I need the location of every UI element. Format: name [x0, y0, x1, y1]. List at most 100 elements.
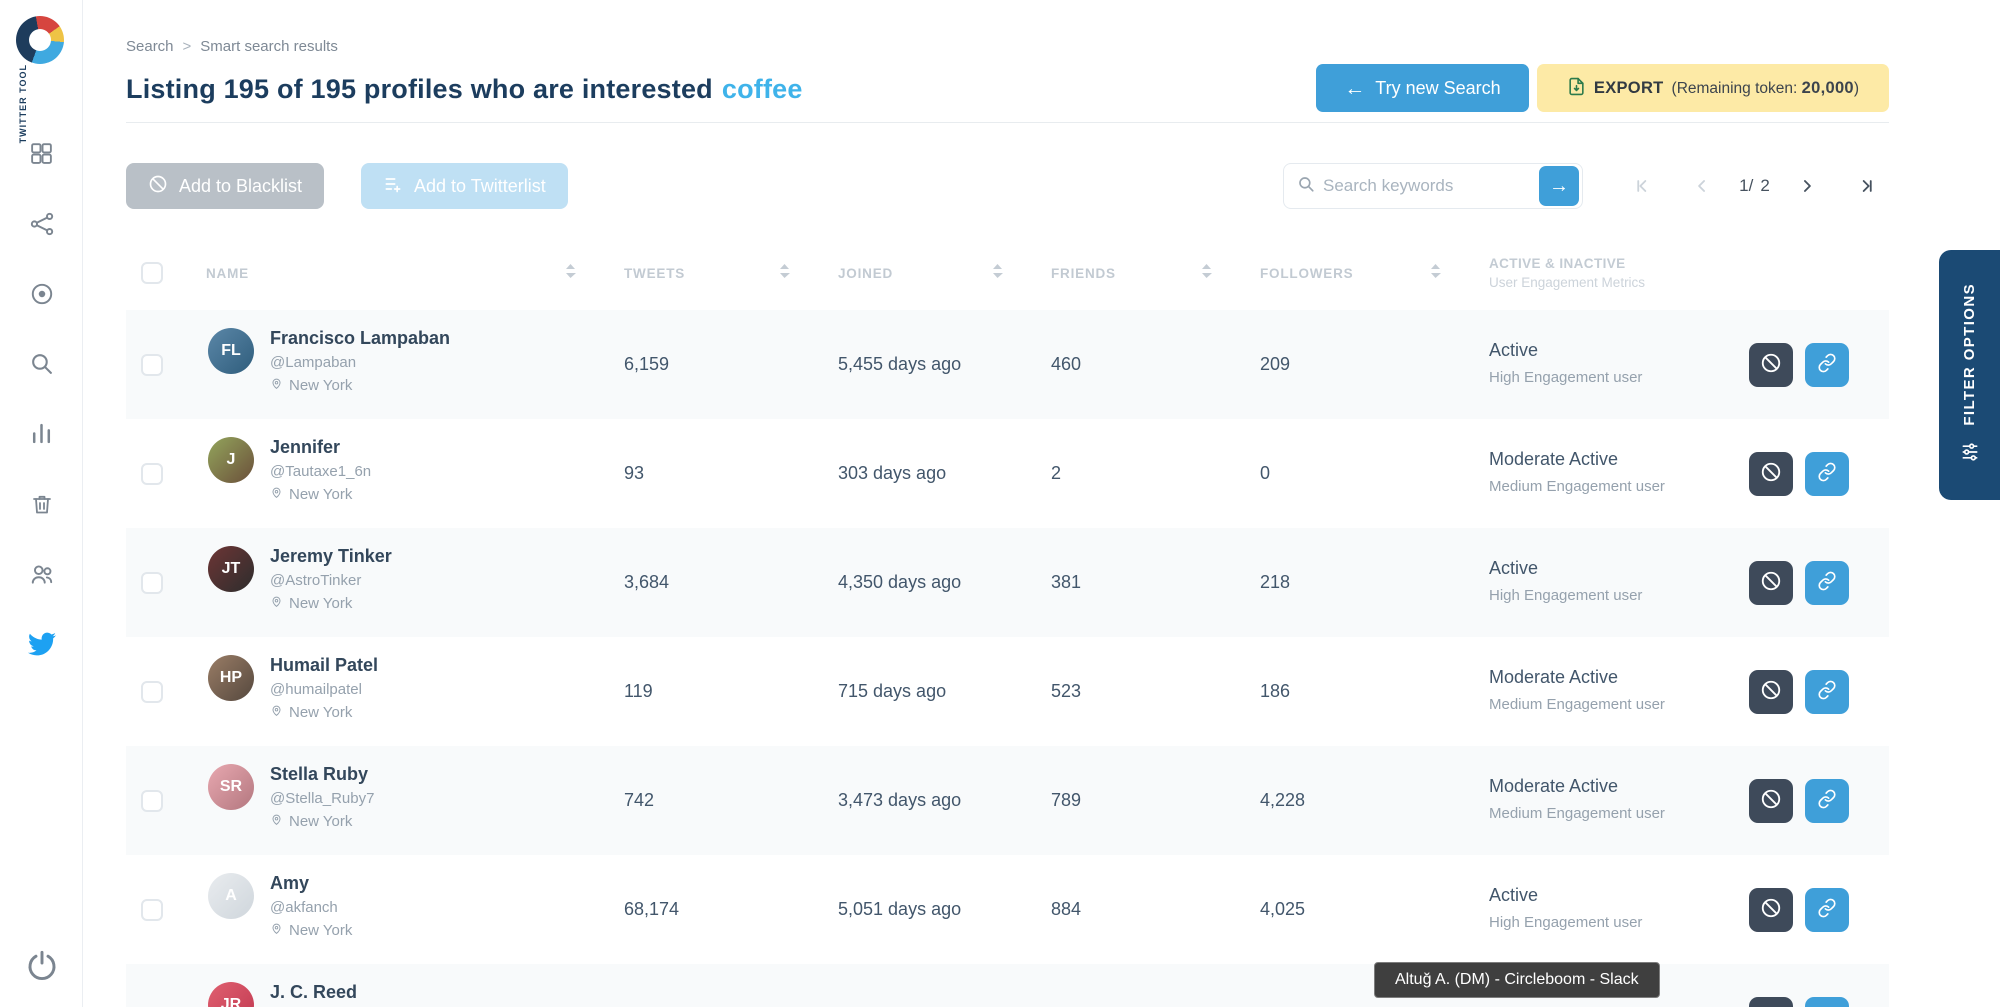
profile-location: New York [270, 813, 374, 830]
blacklist-row-button[interactable] [1749, 669, 1793, 714]
activity-status: Moderate Active [1489, 776, 1619, 797]
status-cell: Moderate Active Medium Engagement user [1461, 746, 1741, 855]
blacklist-row-button[interactable] [1749, 451, 1793, 496]
profile-link-button[interactable] [1805, 669, 1849, 714]
row-checkbox[interactable] [141, 571, 163, 594]
sidebar-item-delete[interactable] [20, 484, 64, 528]
filter-options-tab[interactable]: FILTER OPTIONS [1939, 250, 2000, 500]
blacklist-row-button[interactable] [1749, 342, 1793, 387]
column-header-tweets[interactable]: TWEETS [596, 236, 810, 310]
add-to-twitterlist-button[interactable]: Add to Twitterlist [361, 163, 568, 209]
column-header-actions [1741, 236, 1889, 310]
followers-value: 186 [1260, 681, 1291, 701]
row-actions [1741, 528, 1889, 637]
sidebar-item-audience-target[interactable] [20, 274, 64, 318]
profile-name[interactable]: Jeremy Tinker [270, 546, 392, 567]
app-logo[interactable] [16, 16, 64, 64]
friends-value: 523 [1051, 681, 1082, 701]
twitter-bird-icon [27, 630, 56, 663]
link-icon [1817, 353, 1837, 376]
profile-handle[interactable]: @Lampaban [270, 354, 450, 371]
tweets-value: 93 [624, 463, 645, 483]
try-new-search-button[interactable]: ← Try new Search [1316, 64, 1529, 112]
sidebar-item-network[interactable] [20, 204, 64, 248]
location-pin-icon [270, 377, 283, 394]
sidebar-item-analytics[interactable] [20, 414, 64, 458]
friends-value: 460 [1051, 354, 1082, 374]
add-to-blacklist-button[interactable]: Add to Blacklist [126, 163, 325, 209]
prev-page-button[interactable] [1680, 163, 1724, 209]
profile-link-button[interactable] [1805, 996, 1849, 1007]
profile-handle[interactable]: @AstroTinker [270, 572, 392, 589]
engagement-level: Medium Engagement user [1489, 478, 1665, 496]
avatar[interactable]: J [208, 437, 254, 483]
breadcrumb-separator: > [182, 38, 192, 55]
next-page-button[interactable] [1785, 163, 1829, 209]
blacklist-row-button[interactable] [1749, 996, 1793, 1007]
add-to-blacklist-label: Add to Blacklist [179, 175, 303, 196]
blacklist-row-button[interactable] [1749, 778, 1793, 823]
row-checkbox[interactable] [141, 680, 163, 703]
column-header-followers[interactable]: FOLLOWERS [1232, 236, 1461, 310]
sidebar-item-search[interactable] [20, 344, 64, 388]
profile-handle[interactable]: @Stella_Ruby7 [270, 790, 374, 807]
profile-name[interactable]: J. C. Reed [270, 982, 357, 1003]
blacklist-row-button[interactable] [1749, 887, 1793, 932]
avatar[interactable]: JR [208, 982, 254, 1007]
location-pin-icon [270, 595, 283, 612]
page-title: Listing 195 of 195 profiles who are inte… [126, 74, 803, 105]
search-icon [1297, 175, 1315, 198]
export-button[interactable]: EXPORT (Remaining token: 20,000) [1537, 64, 1889, 112]
avatar[interactable]: JT [208, 546, 254, 592]
search-keywords-input[interactable] [1315, 176, 1539, 196]
profile-link-button[interactable] [1805, 887, 1849, 932]
row-checkbox[interactable] [141, 898, 163, 921]
location-label: New York [289, 486, 353, 503]
column-header-friends[interactable]: FRIENDS [1023, 236, 1232, 310]
profile-link-button[interactable] [1805, 560, 1849, 605]
table-body: FL Francisco Lampaban @Lampaban New York… [126, 310, 1889, 1007]
column-header-name[interactable]: NAME [178, 236, 596, 310]
avatar[interactable]: A [208, 873, 254, 919]
column-header-joined[interactable]: JOINED [810, 236, 1023, 310]
profile-handle[interactable]: @humailpatel [270, 681, 378, 698]
profile-name[interactable]: Amy [270, 873, 352, 894]
profile-name[interactable]: Jennifer [270, 437, 371, 458]
table-row: FL Francisco Lampaban @Lampaban New York… [126, 310, 1889, 419]
breadcrumb-search[interactable]: Search [126, 38, 174, 55]
row-checkbox[interactable] [141, 462, 163, 485]
sidebar-item-dashboard[interactable] [20, 134, 64, 178]
avatar[interactable]: HP [208, 655, 254, 701]
avatar[interactable]: FL [208, 328, 254, 374]
row-checkbox[interactable] [141, 789, 163, 812]
status-cell: Active High Engagement user [1461, 528, 1741, 637]
blacklist-row-button[interactable] [1749, 560, 1793, 605]
status-cell: Moderate Active Medium Engagement user [1461, 419, 1741, 528]
profile-name[interactable]: Stella Ruby [270, 764, 374, 785]
slack-window-tooltip: Altuğ A. (DM) - Circleboom - Slack [1374, 962, 1660, 998]
sidebar-item-accounts[interactable] [20, 554, 64, 598]
profile-handle[interactable]: @Tautaxe1_6n [270, 463, 371, 480]
profile-name[interactable]: Francisco Lampaban [270, 328, 450, 349]
profile-handle[interactable]: @akfanch [270, 899, 352, 916]
profile-link-button[interactable] [1805, 342, 1849, 387]
row-checkbox[interactable] [141, 353, 163, 376]
export-file-icon [1567, 77, 1586, 99]
last-page-button[interactable] [1845, 163, 1889, 209]
search-submit-button[interactable]: → [1539, 166, 1579, 206]
link-icon [1817, 898, 1837, 921]
network-icon [29, 211, 55, 242]
profile-name[interactable]: Humail Patel [270, 655, 378, 676]
link-icon [1817, 680, 1837, 703]
profile-link-button[interactable] [1805, 451, 1849, 496]
page-indicator: 1/ 2 [1739, 176, 1770, 195]
sidebar-item-power[interactable] [20, 945, 64, 989]
ban-icon [1760, 352, 1782, 377]
profile-link-button[interactable] [1805, 778, 1849, 823]
avatar[interactable]: SR [208, 764, 254, 810]
link-icon [1817, 571, 1837, 594]
activity-status: Active [1489, 885, 1539, 906]
select-all-checkbox[interactable] [141, 262, 163, 284]
first-page-button[interactable] [1620, 163, 1664, 209]
sidebar-item-twitter[interactable] [20, 624, 64, 668]
